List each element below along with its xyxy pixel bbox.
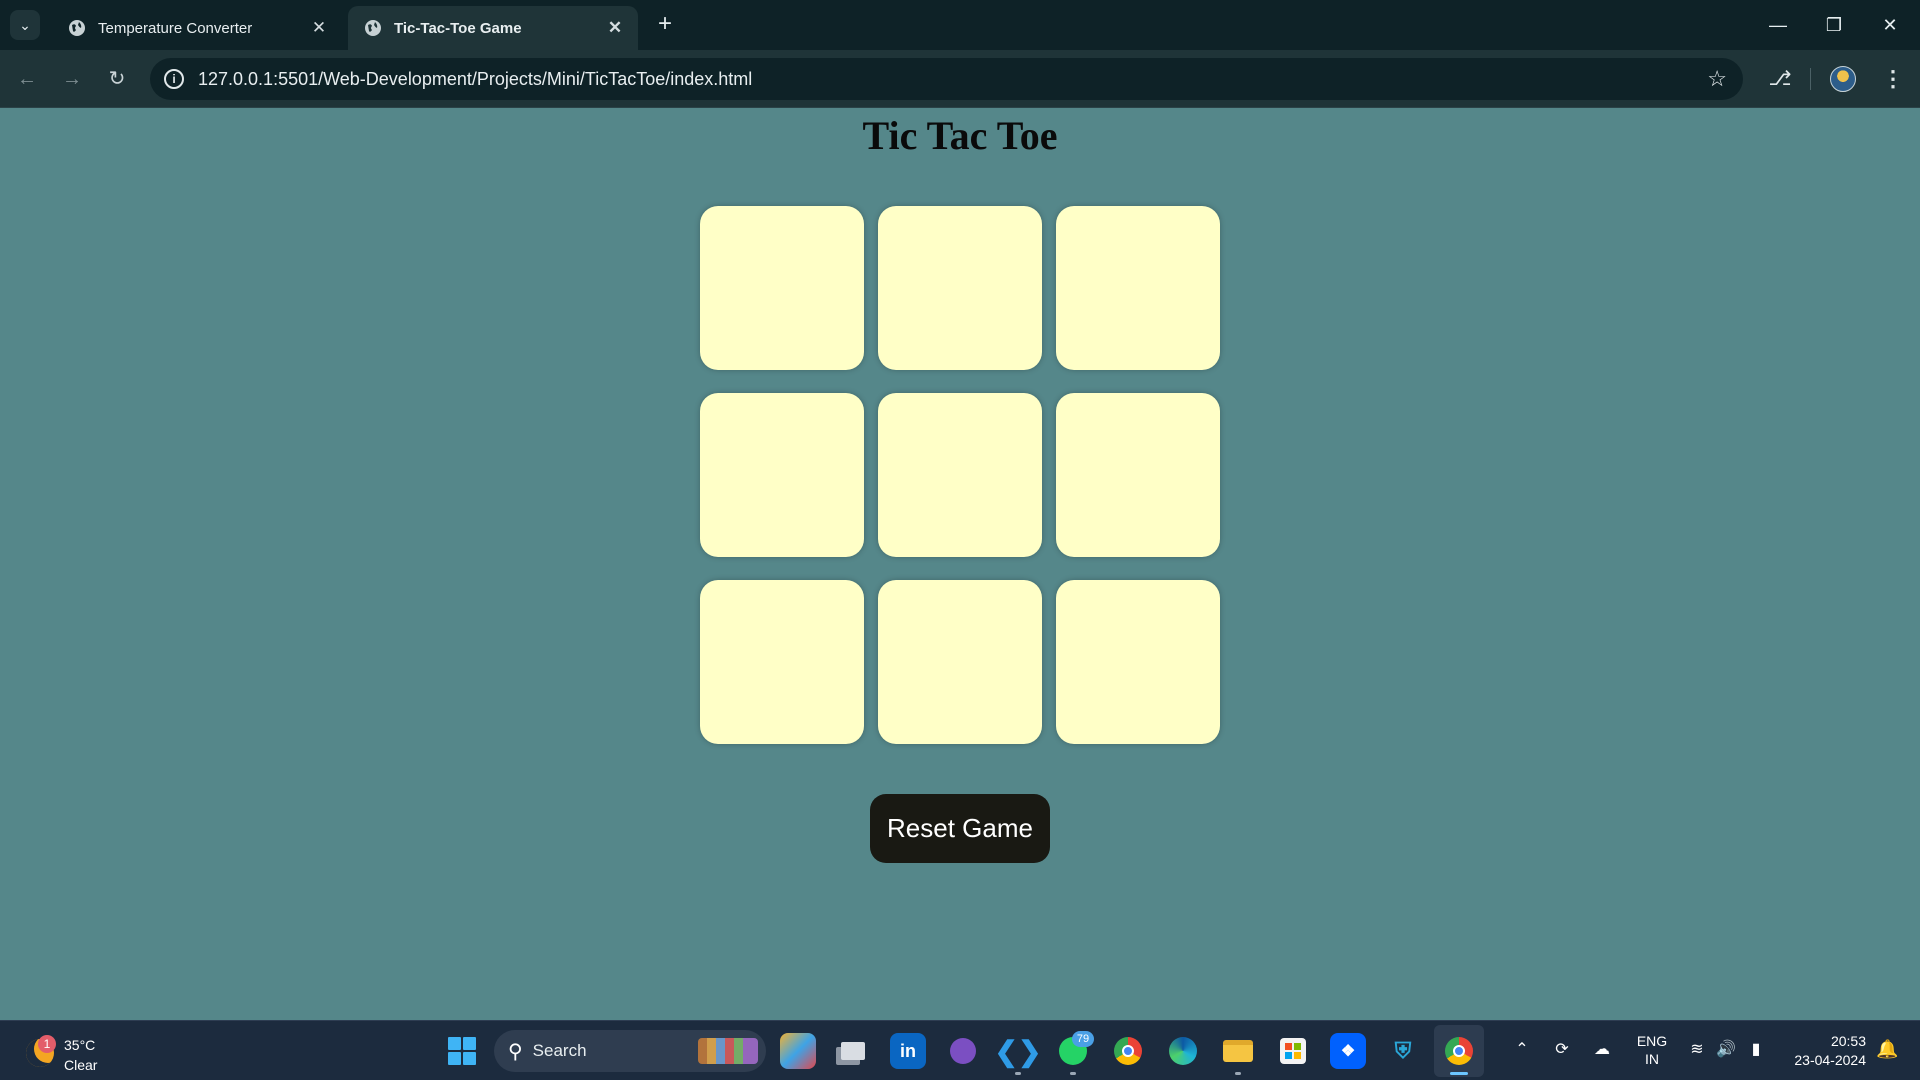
board-cell[interactable] bbox=[878, 206, 1042, 370]
copilot-icon[interactable] bbox=[780, 1033, 816, 1069]
game-title: Tic Tac Toe bbox=[862, 113, 1058, 158]
linkedin-icon[interactable]: in bbox=[890, 1033, 926, 1069]
chrome-icon[interactable] bbox=[1110, 1033, 1146, 1069]
forward-arrow-icon[interactable]: → bbox=[55, 62, 89, 96]
toolbar-divider bbox=[1810, 68, 1811, 90]
minimize-icon[interactable]: — bbox=[1758, 8, 1798, 42]
board-cell[interactable] bbox=[878, 580, 1042, 744]
tab-tic-tac-toe[interactable]: Tic-Tac-Toe Game ✕ bbox=[348, 6, 638, 50]
language-code: ENG bbox=[1636, 1033, 1668, 1049]
reload-icon[interactable]: ↻ bbox=[100, 62, 134, 96]
board-cell[interactable] bbox=[1056, 580, 1220, 744]
close-tab-icon[interactable]: ✕ bbox=[310, 18, 328, 38]
board-cell[interactable] bbox=[1056, 206, 1220, 370]
site-info-icon[interactable]: i bbox=[164, 69, 184, 89]
new-tab-button[interactable]: + bbox=[650, 10, 680, 40]
wifi-icon[interactable]: ≋ bbox=[1684, 1039, 1710, 1059]
running-indicator bbox=[1015, 1072, 1021, 1075]
board-cell[interactable] bbox=[878, 393, 1042, 557]
running-indicator bbox=[1235, 1072, 1241, 1075]
clock-date: 23-04-2024 bbox=[1794, 1052, 1866, 1068]
globe-icon bbox=[69, 20, 85, 36]
github-icon[interactable] bbox=[945, 1033, 981, 1069]
sync-icon[interactable]: ⟳ bbox=[1549, 1039, 1575, 1059]
volume-icon[interactable]: 🔊 bbox=[1713, 1039, 1739, 1059]
kebab-menu-icon[interactable]: ⋮ bbox=[1876, 62, 1910, 96]
chevron-up-icon[interactable]: ⌃ bbox=[1509, 1039, 1535, 1059]
battery-icon[interactable]: ▮ bbox=[1743, 1039, 1769, 1059]
weather-widget[interactable]: 1 35°C Clear bbox=[24, 1029, 124, 1073]
address-bar[interactable]: i 127.0.0.1:5501/Web-Development/Project… bbox=[150, 58, 1743, 100]
search-label: Search bbox=[532, 1041, 587, 1060]
page-content: Tic Tac Toe Reset Game bbox=[0, 108, 1920, 1020]
weather-temperature: 35°C bbox=[64, 1037, 96, 1053]
restore-icon[interactable]: ❐ bbox=[1814, 8, 1854, 42]
close-window-icon[interactable]: ✕ bbox=[1870, 8, 1910, 42]
running-indicator bbox=[1070, 1072, 1076, 1075]
browser-tab-bar: ⌄ Temperature Converter ✕ Tic-Tac-Toe Ga… bbox=[0, 0, 1920, 50]
system-clock[interactable]: 20:53 23-04-2024 bbox=[1786, 1032, 1866, 1070]
tab-title: Temperature Converter bbox=[98, 19, 253, 37]
notification-bell-icon[interactable]: 🔔 bbox=[1876, 1039, 1898, 1060]
security-app-icon[interactable]: ⛨ bbox=[1385, 1033, 1421, 1069]
profile-avatar[interactable] bbox=[1830, 66, 1856, 92]
microsoft-store-icon[interactable] bbox=[1275, 1033, 1311, 1069]
board-cell[interactable] bbox=[700, 206, 864, 370]
url-text[interactable]: 127.0.0.1:5501/Web-Development/Projects/… bbox=[198, 69, 1707, 90]
edge-icon[interactable] bbox=[1165, 1033, 1201, 1069]
close-tab-icon[interactable]: ✕ bbox=[606, 18, 624, 38]
language-region: IN bbox=[1645, 1051, 1659, 1067]
whatsapp-badge: 79 bbox=[1072, 1031, 1094, 1047]
globe-icon bbox=[365, 20, 381, 36]
chrome-icon[interactable] bbox=[1441, 1033, 1477, 1069]
language-indicator[interactable]: ENG IN bbox=[1634, 1032, 1670, 1068]
tab-title: Tic-Tac-Toe Game bbox=[394, 19, 522, 37]
board-cell[interactable] bbox=[1056, 393, 1220, 557]
bookmark-star-icon[interactable]: ☆ bbox=[1707, 66, 1727, 92]
windows-start-icon[interactable] bbox=[448, 1037, 476, 1065]
tab-search-button[interactable]: ⌄ bbox=[10, 10, 40, 40]
dropbox-icon[interactable]: ❖ bbox=[1330, 1033, 1366, 1069]
taskbar-search[interactable]: ⚲ Search bbox=[494, 1030, 766, 1072]
board-cell[interactable] bbox=[700, 393, 864, 557]
books-highlight-icon bbox=[698, 1038, 758, 1064]
task-view-icon[interactable] bbox=[835, 1033, 871, 1069]
tab-temperature-converter[interactable]: Temperature Converter ✕ bbox=[52, 6, 342, 50]
reset-game-button[interactable]: Reset Game bbox=[870, 794, 1050, 863]
vscode-icon[interactable]: ❮❯ bbox=[995, 1033, 1042, 1069]
weather-condition: Clear bbox=[64, 1057, 98, 1073]
game-board bbox=[700, 206, 1220, 752]
onedrive-cloud-icon[interactable]: ☁ bbox=[1589, 1039, 1615, 1059]
file-explorer-icon[interactable] bbox=[1220, 1033, 1256, 1069]
active-indicator bbox=[1450, 1072, 1468, 1075]
taskbar: 1 35°C Clear ⚲ Search in ❮❯ 79 ❖ ⛨ ⌃ ⟳ ☁… bbox=[0, 1020, 1920, 1080]
weather-badge: 1 bbox=[38, 1035, 56, 1053]
back-arrow-icon[interactable]: ← bbox=[10, 62, 44, 96]
clock-time: 20:53 bbox=[1830, 1033, 1866, 1049]
browser-toolbar: ← → ↻ i 127.0.0.1:5501/Web-Development/P… bbox=[0, 50, 1920, 108]
board-cell[interactable] bbox=[700, 580, 864, 744]
extensions-puzzle-icon[interactable]: ⎇ bbox=[1763, 62, 1797, 96]
search-icon: ⚲ bbox=[508, 1040, 523, 1063]
chevron-down-icon: ⌄ bbox=[19, 16, 31, 33]
